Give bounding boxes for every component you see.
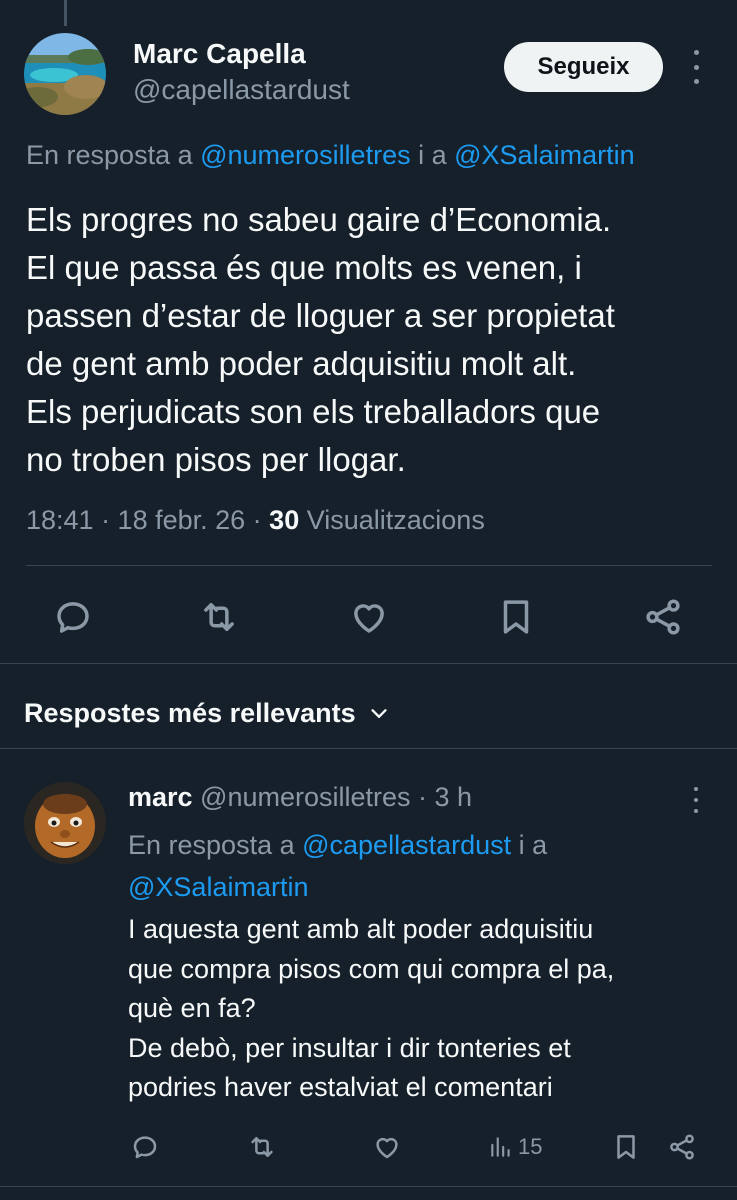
tweet-text-line: Els progres no sabeu gaire d’Economia. [26,201,612,238]
author-name[interactable]: Marc Capella [133,38,306,70]
reply-icon[interactable] [128,1130,162,1164]
section-divider [0,748,737,749]
mention-link[interactable]: @XSalaimartin [454,140,634,170]
share-icon[interactable] [665,1130,699,1164]
more-options-icon[interactable] [684,50,708,84]
replies-sort-dropdown[interactable]: Respostes més rellevants [24,698,390,729]
author-handle[interactable]: @capellastardust [133,74,350,106]
divider [26,565,712,566]
reply-author-name[interactable]: marc [128,782,193,812]
reply-author-avatar[interactable] [24,782,106,864]
section-divider [0,1186,737,1187]
bookmark-icon[interactable] [493,594,539,640]
reply-author-handle-time[interactable]: @numerosilletres · 3 h [193,782,472,812]
like-icon[interactable] [370,1130,404,1164]
follow-button[interactable]: Segueix [504,42,663,92]
share-icon[interactable] [640,594,686,640]
reply-text-line: I aquesta gent amb alt poder adquisitiu [128,914,594,944]
section-divider [0,663,737,664]
mention-link[interactable]: @capellastardust [302,830,511,860]
tweet-metadata: 18:41 · 18 febr. 26 · 30 Visualitzacions [26,505,485,536]
author-avatar[interactable] [24,33,106,115]
reply-context-prefix: En resposta a [26,140,201,170]
reply-text-line: De debò, per insultar i dir tonteries et [128,1032,571,1063]
reply-text-line: que compra pisos com qui compra el pa, [128,953,615,984]
tweet-timestamp[interactable]: 18:41 · 18 febr. 26 · [26,505,269,535]
tweet-text-line: no troben pisos per llogar. [26,441,406,478]
tweet-text-line: de gent amb poder adquisitiu molt alt. [26,345,577,382]
reply-more-options-icon[interactable] [684,787,708,813]
retweet-icon[interactable] [245,1130,279,1164]
reply-context-prefix: En resposta a [128,830,303,860]
mention-link[interactable]: @XSalaimartin [128,872,308,902]
reply-text: I aquesta gent amb alt poder adquisitiu … [128,910,708,1108]
bookmark-icon[interactable] [609,1130,643,1164]
tweet-text-line: Els perjudicats son els treballadors que [26,393,601,430]
tweet-text: Els progres no sabeu gaire d’Economia. E… [26,196,716,484]
reply-icon[interactable] [50,594,96,640]
reply-context-joiner: i a [511,830,548,860]
views-count: 30 [269,505,300,535]
replies-sort-label: Respostes més rellevants [24,698,356,728]
thread-connector-line [64,0,67,26]
reply-context: En resposta a @numerosilletres i a @XSal… [26,140,635,171]
reply-context-joiner: i a [410,140,455,170]
mention-link[interactable]: @numerosilletres [200,140,410,170]
reply-header: marc @numerosilletres · 3 h [128,782,472,813]
reply-context: En resposta a @capellastardust i a @XSala… [128,824,688,908]
reply-text-line: podries haver estalviat el comentari [128,1072,553,1102]
reply-views-count: 15 [518,1134,543,1159]
chevron-down-icon [371,708,387,718]
like-icon[interactable] [346,594,392,640]
retweet-icon[interactable] [196,594,242,640]
tweet-text-line: passen d’estar de lloguer a ser propieta… [26,297,615,334]
analytics-icon [491,1137,510,1157]
views-button[interactable]: 15 [488,1130,542,1164]
tweet-text-line: El que passa és que molts es venen, i [26,249,582,286]
reply-text-line: què en fa? [128,993,256,1023]
views-label: Visualitzacions [299,505,485,535]
